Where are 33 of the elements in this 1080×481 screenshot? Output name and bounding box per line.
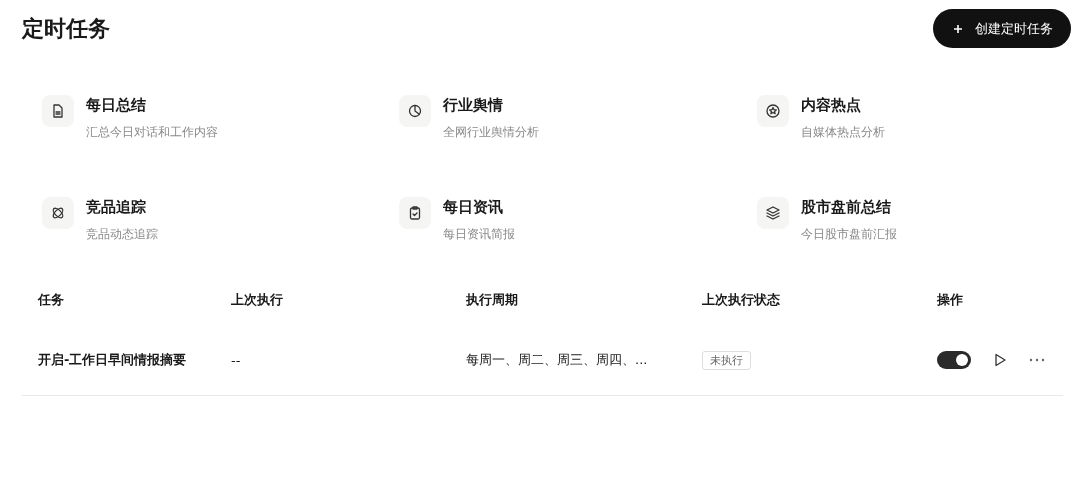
- template-description: 每日资讯简报: [443, 226, 515, 243]
- template-title[interactable]: 内容热点: [801, 95, 885, 115]
- toggle-switch[interactable]: [937, 351, 971, 369]
- template-description: 汇总今日对话和工作内容: [86, 124, 218, 141]
- create-task-button[interactable]: 创建定时任务: [933, 9, 1071, 48]
- document-icon: [42, 95, 74, 127]
- template-title[interactable]: 行业舆情: [443, 95, 539, 115]
- column-header: 上次执行状态: [702, 291, 780, 309]
- template-description: 自媒体热点分析: [801, 124, 885, 141]
- template-description: 竞品动态追踪: [86, 226, 158, 243]
- template-title[interactable]: 竞品追踪: [86, 197, 158, 217]
- page-title: 定时任务: [22, 14, 110, 43]
- template-description: 今日股市盘前汇报: [801, 226, 897, 243]
- column-header: 任务: [38, 291, 64, 309]
- status-tag: 未执行: [702, 351, 751, 370]
- last-run: --: [231, 352, 241, 368]
- schedule: 每周一、周二、周三、周四、...: [466, 351, 648, 369]
- orbit-icon: [42, 197, 74, 229]
- template-title[interactable]: 股市盘前总结: [801, 197, 897, 217]
- plus-icon: [953, 23, 963, 34]
- column-header: 操作: [937, 291, 963, 309]
- more-icon[interactable]: [1029, 357, 1045, 363]
- play-icon[interactable]: [993, 353, 1007, 367]
- template-description: 全网行业舆情分析: [443, 124, 539, 141]
- layers-icon: [757, 197, 789, 229]
- column-header: 执行周期: [466, 291, 518, 309]
- star-badge-icon: [757, 95, 789, 127]
- clipboard-check-icon: [399, 197, 431, 229]
- task-name: 开启-工作日早间情报摘要: [38, 351, 187, 369]
- pie-chart-icon: [399, 95, 431, 127]
- template-title[interactable]: 每日资讯: [443, 197, 515, 217]
- template-title[interactable]: 每日总结: [86, 95, 218, 115]
- column-header: 上次执行: [231, 291, 283, 309]
